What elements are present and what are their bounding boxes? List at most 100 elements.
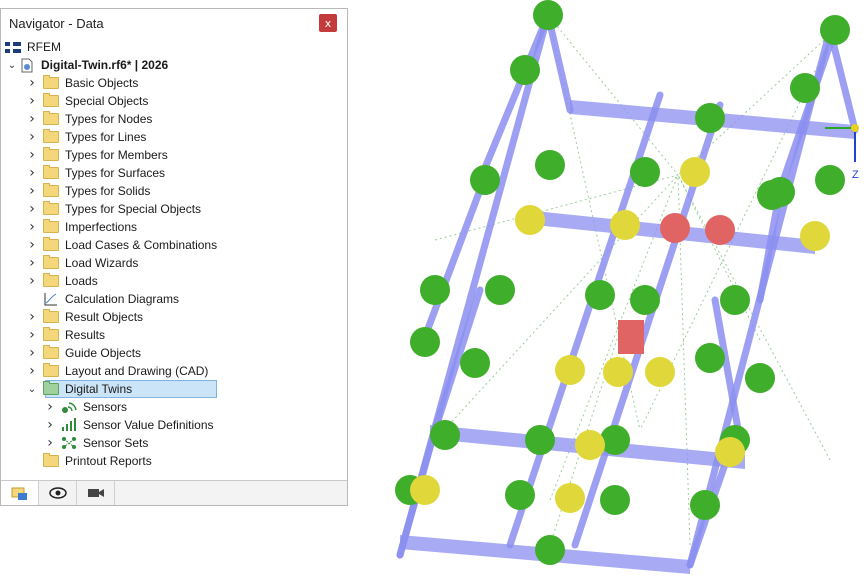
chevron-right-icon[interactable]: ›: [25, 147, 39, 163]
chevron-down-icon[interactable]: ⌄: [5, 60, 19, 71]
model-file-icon: [19, 58, 35, 72]
tree-item-sensor-value-definitions[interactable]: › Sensor Value Definitions: [5, 416, 347, 434]
sensor-sphere-green: [600, 485, 630, 515]
tree-item-types-for-solids[interactable]: › Types for Solids: [5, 182, 347, 200]
sensor-sphere-yellow: [603, 357, 633, 387]
sensor-sphere-green: [695, 343, 725, 373]
folder-icon: [43, 327, 59, 341]
chevron-right-icon[interactable]: ›: [25, 111, 39, 127]
sensor-cube-red: [618, 320, 644, 354]
close-button[interactable]: x: [319, 14, 337, 32]
sensor-sphere-red: [705, 215, 735, 245]
sensor-sphere-yellow: [410, 475, 440, 505]
sensor-sphere-green: [485, 275, 515, 305]
folder-icon: [43, 147, 59, 161]
tree-item-label: Calculation Diagrams: [65, 292, 180, 306]
sensor-sphere-yellow: [515, 205, 545, 235]
tree-item-label: Load Wizards: [65, 256, 139, 270]
chevron-down-icon[interactable]: ⌄: [25, 384, 39, 395]
chevron-right-icon[interactable]: ›: [25, 129, 39, 145]
tree-item-loads[interactable]: › Loads: [5, 272, 347, 290]
chevron-right-icon[interactable]: ›: [25, 165, 39, 181]
tree-item-sensors[interactable]: › Sensors: [5, 398, 347, 416]
tree-item-load-cases-combinations[interactable]: › Load Cases & Combinations: [5, 236, 347, 254]
tab-views[interactable]: [77, 481, 115, 505]
chevron-right-icon[interactable]: ›: [25, 345, 39, 361]
sensor-sphere-yellow: [555, 355, 585, 385]
sensor-sphere-green: [630, 285, 660, 315]
sensor-sphere-yellow: [800, 221, 830, 251]
tree-item-label: Types for Surfaces: [65, 166, 166, 180]
tree-item-label: Sensor Value Definitions: [83, 418, 214, 432]
axis-z-label: Z: [852, 169, 859, 181]
sensor-sphere-green: [745, 363, 775, 393]
tree-model[interactable]: ⌄ Digital-Twin.rf6* | 2026: [5, 56, 347, 74]
tree-item-load-wizards[interactable]: › Load Wizards: [5, 254, 347, 272]
tree-item-digital-twins[interactable]: ⌄ Digital Twins: [5, 380, 347, 398]
chevron-right-icon[interactable]: ›: [43, 399, 57, 415]
chevron-right-icon[interactable]: ›: [25, 93, 39, 109]
sensor-sphere-green: [757, 180, 787, 210]
chevron-right-icon[interactable]: ›: [25, 183, 39, 199]
tree-item-label: Types for Nodes: [65, 112, 153, 126]
sensor-sphere-green: [470, 165, 500, 195]
tree-item-sensor-sets[interactable]: › Sensor Sets: [5, 434, 347, 452]
tree-item-label: Basic Objects: [65, 76, 139, 90]
sensor-sphere-green: [533, 0, 563, 30]
sensor-sphere-green: [815, 165, 845, 195]
folder-icon: [43, 255, 59, 269]
chevron-right-icon[interactable]: ›: [25, 255, 39, 271]
chevron-right-icon[interactable]: ›: [25, 327, 39, 343]
tree-item-result-objects[interactable]: › Result Objects: [5, 308, 347, 326]
tree-item-basic-objects[interactable]: › Basic Objects: [5, 74, 347, 92]
tab-data[interactable]: [1, 481, 39, 505]
chevron-right-icon[interactable]: ›: [25, 219, 39, 235]
tree-item-label: Types for Members: [65, 148, 168, 162]
tree-item-label: Sensors: [83, 400, 128, 414]
axis-origin: [851, 124, 859, 132]
sensor-sphere-green: [505, 480, 535, 510]
tree-items: › Basic Objects › Special Objects › Types for…: [5, 74, 347, 470]
folder-icon: [43, 363, 59, 377]
navigator-panel: Navigator - Data x RFEM ⌄ Digital-Twin.r…: [0, 8, 348, 506]
sensor-sphere-yellow: [715, 437, 745, 467]
navigator-tree: RFEM ⌄ Digital-Twin.rf6* | 2026 › Basic O…: [5, 38, 347, 470]
tree-item-guide-objects[interactable]: › Guide Objects: [5, 344, 347, 362]
tree-root-rfem[interactable]: RFEM: [5, 38, 347, 56]
chevron-right-icon[interactable]: ›: [25, 237, 39, 253]
tree-item-types-for-nodes[interactable]: › Types for Nodes: [5, 110, 347, 128]
tree-item-label: Types for Solids: [65, 184, 151, 198]
tree-item-label: Guide Objects: [65, 346, 142, 360]
chevron-right-icon[interactable]: ›: [25, 201, 39, 217]
chevron-right-icon[interactable]: ›: [25, 363, 39, 379]
tree-item-results[interactable]: › Results: [5, 326, 347, 344]
sensor-icon: [61, 400, 77, 414]
tree-item-calculation-diagrams[interactable]: Calculation Diagrams: [5, 290, 347, 308]
tree-item-types-for-surfaces[interactable]: › Types for Surfaces: [5, 164, 347, 182]
folder-icon: [43, 309, 59, 323]
chevron-right-icon[interactable]: ›: [43, 435, 57, 451]
tree-item-label: Printout Reports: [65, 454, 152, 468]
tree-item-imperfections[interactable]: › Imperfections: [5, 218, 347, 236]
folder-icon: [43, 201, 59, 215]
data-tab-icon: [11, 487, 27, 500]
tree-item-printout-reports[interactable]: Printout Reports: [5, 452, 347, 470]
folder-icon: [43, 75, 59, 89]
chevron-right-icon[interactable]: ›: [25, 273, 39, 289]
tab-display[interactable]: [39, 481, 77, 505]
tree-item-special-objects[interactable]: › Special Objects: [5, 92, 347, 110]
chevron-right-icon[interactable]: ›: [25, 75, 39, 91]
tree-item-types-for-members[interactable]: › Types for Members: [5, 146, 347, 164]
tree-item-layout-and-drawing-cad[interactable]: › Layout and Drawing (CAD): [5, 362, 347, 380]
chevron-right-icon[interactable]: ›: [43, 417, 57, 433]
tree-item-types-for-special-objects[interactable]: › Types for Special Objects: [5, 200, 347, 218]
sensor-sphere-green: [525, 425, 555, 455]
tree-item-types-for-lines[interactable]: › Types for Lines: [5, 128, 347, 146]
model-view-3d[interactable]: Z: [360, 0, 867, 581]
views-camera-icon: [87, 489, 104, 497]
sensor-sphere-yellow: [645, 357, 675, 387]
tree-item-label: Results: [65, 328, 106, 342]
chevron-right-icon[interactable]: ›: [25, 309, 39, 325]
sensor-sphere-yellow: [610, 210, 640, 240]
sensor-sphere-green: [510, 55, 540, 85]
